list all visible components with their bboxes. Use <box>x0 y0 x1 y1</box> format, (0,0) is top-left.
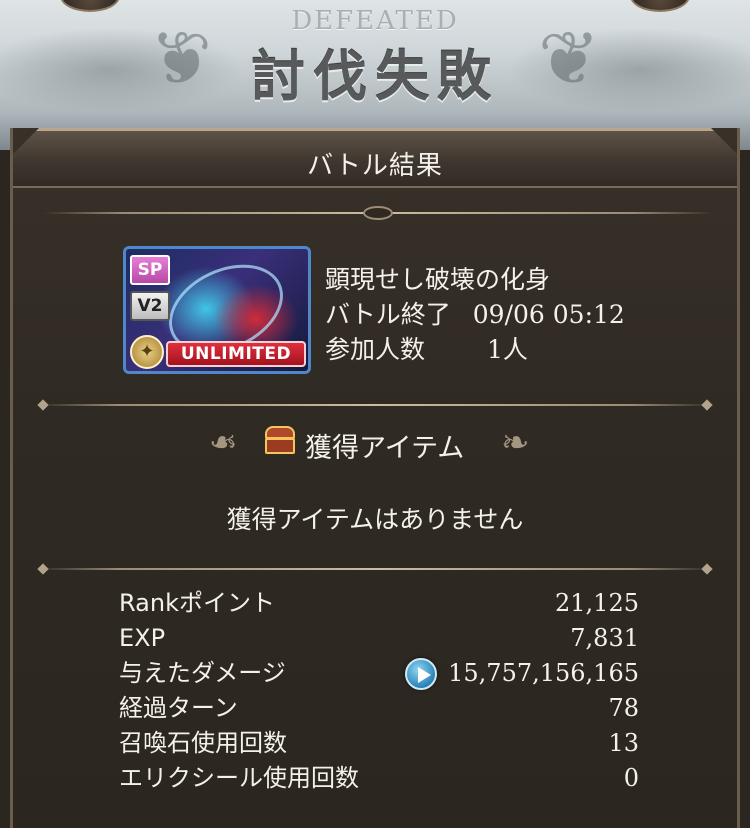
battle-end-label: バトル終了 <box>325 300 451 329</box>
quest-name: 顕現せし破壊の化身 <box>325 265 551 294</box>
battle-stats: Rankポイント 21,125 EXP 7,831 与えたダメージ 15,757… <box>119 586 639 796</box>
items-title: 獲得アイテム <box>305 433 465 464</box>
v2-badge: V2 <box>130 291 170 321</box>
sp-badge: SP <box>130 255 170 285</box>
stat-row-summon-uses: 召喚石使用回数 13 <box>119 726 639 761</box>
stat-value: 13 <box>608 729 639 757</box>
stat-label: 経過ターン <box>119 694 238 722</box>
participants-row: 参加人数 1人 <box>325 332 625 367</box>
flourish-right-icon: ❧ <box>501 423 530 463</box>
stat-value: 0 <box>623 764 639 792</box>
stat-row-rank-points: Rankポイント 21,125 <box>119 586 639 621</box>
quest-thumbnail[interactable]: SP V2 ✦ UNLIMITED <box>123 246 311 374</box>
flourish-left-icon: ❧ <box>209 423 238 463</box>
stat-value: 7,831 <box>570 624 639 652</box>
stat-value: 21,125 <box>555 589 639 617</box>
panel-title: バトル結果 <box>307 151 443 181</box>
battle-end-value: 09/06 05:12 <box>472 300 625 329</box>
stat-row-exp: EXP 7,831 <box>119 621 639 656</box>
stat-value: 78 <box>608 694 639 722</box>
treasure-chest-icon <box>265 426 295 454</box>
stat-row-damage: 与えたダメージ 15,757,156,165 <box>119 656 639 691</box>
stat-label: EXP <box>119 624 166 652</box>
items-empty-message: 獲得アイテムはありません <box>226 505 524 534</box>
damage-play-button[interactable] <box>405 658 437 690</box>
battle-end-row: バトル終了 09/06 05:12 <box>325 297 625 332</box>
stat-label: 召喚石使用回数 <box>119 729 287 757</box>
participants-value: 1人 <box>487 335 528 364</box>
stat-label: 与えたダメージ <box>119 659 286 687</box>
defeated-title-jp: 討伐失敗 <box>251 44 499 108</box>
stat-label: Rankポイント <box>119 589 275 617</box>
divider-ornament-top <box>43 206 713 220</box>
stat-row-elixir-uses: エリクシール使用回数 0 <box>119 761 639 796</box>
unlimited-badge: UNLIMITED <box>166 341 306 367</box>
stat-row-turns: 経過ターン 78 <box>119 691 639 726</box>
stat-value: 15,757,156,165 <box>448 659 639 687</box>
divider-ornament-2 <box>37 562 713 576</box>
battle-result-panel: バトル結果 SP V2 ✦ UNLIMITED 顕現せし破壊の化身 バトル終了 0… <box>10 128 740 828</box>
stat-label: エリクシール使用回数 <box>119 764 359 792</box>
unlimited-emblem-icon: ✦ <box>130 335 164 369</box>
participants-label: 参加人数 <box>325 335 426 364</box>
panel-title-bar: バトル結果 <box>13 128 737 188</box>
divider-ornament-1 <box>37 398 713 412</box>
items-header: ❧ 獲得アイテム ❧ <box>13 418 737 468</box>
quest-info: 顕現せし破壊の化身 バトル終了 09/06 05:12 参加人数 1人 <box>325 262 625 367</box>
